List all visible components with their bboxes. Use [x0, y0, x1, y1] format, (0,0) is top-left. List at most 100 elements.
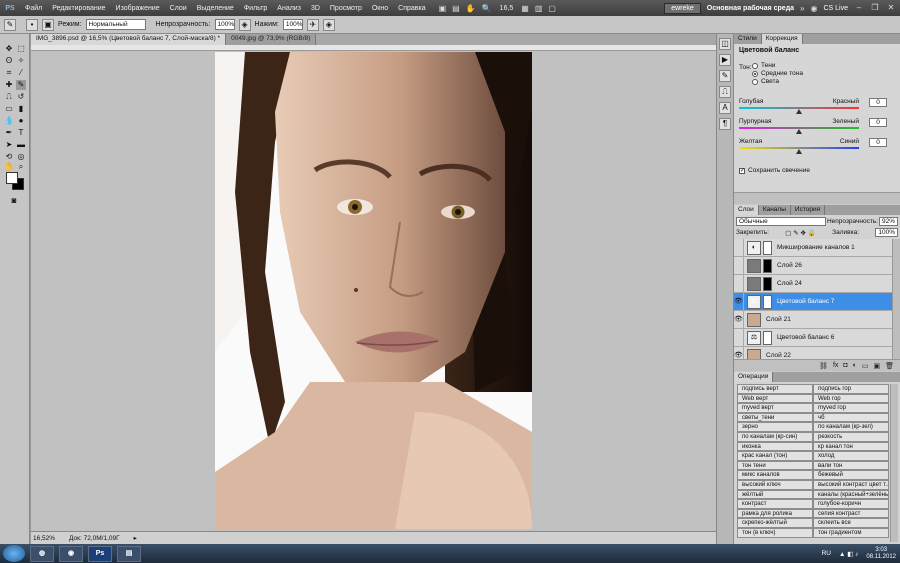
preserve-luminosity-checkbox[interactable]: ✓	[739, 167, 745, 174]
slider-thumb[interactable]	[796, 149, 802, 154]
tone-option[interactable]: Тени	[752, 62, 775, 69]
action-button[interactable]: сепия контраст	[813, 508, 889, 519]
action-button[interactable]: жёлтый	[737, 489, 813, 500]
layer-mask-thumbnail[interactable]	[763, 276, 772, 291]
crop-tool-icon[interactable]: ⌗	[4, 68, 14, 78]
fill-input[interactable]: 100%	[875, 228, 898, 237]
layer-style-icon[interactable]: fx	[833, 362, 838, 369]
action-button[interactable]: крас канал (тон)	[737, 451, 813, 461]
layer-row[interactable]: 👁 Слой 21	[734, 310, 892, 329]
marquee-tool-icon[interactable]: ⬚	[16, 44, 26, 54]
preserve-luminosity[interactable]: ✓ Сохранить свечение	[739, 167, 810, 174]
clock[interactable]: 3:03 08.11.2012	[866, 547, 896, 561]
tone-option[interactable]: Света	[752, 78, 779, 85]
action-button[interactable]: иконка	[737, 441, 813, 452]
layer-opacity-input[interactable]: 92%	[878, 217, 898, 226]
opacity-input[interactable]: 100%	[214, 19, 235, 30]
eraser-tool-icon[interactable]: ▭	[4, 104, 14, 114]
3d-orbit-tool-icon[interactable]: ◎	[16, 152, 26, 162]
tab-document-2[interactable]: 0049.jpg @ 73,9% (RGB/8)	[226, 34, 317, 45]
close-icon[interactable]: ✕	[886, 4, 896, 12]
action-button[interactable]: по каналам (кр-зел)	[813, 422, 889, 432]
action-button[interactable]: склеить все	[813, 518, 889, 528]
healing-tool-icon[interactable]: ✚	[4, 80, 14, 90]
tone-radio[interactable]	[752, 70, 758, 77]
workspace-selector[interactable]: Основная рабочая среда	[707, 5, 794, 12]
paragraph-panel-icon[interactable]: ¶	[719, 118, 731, 130]
arrange-documents-icon[interactable]: ▥	[535, 4, 543, 13]
link-layers-icon[interactable]: ⛓	[819, 362, 828, 370]
eye-icon[interactable]	[734, 328, 744, 347]
menu-item[interactable]: Редактирование	[47, 5, 110, 12]
action-button[interactable]: тон тени	[737, 460, 813, 471]
action-button[interactable]: подпись верт	[737, 384, 813, 394]
eye-icon[interactable]: 👁	[734, 310, 744, 329]
layer-name[interactable]: Слой 26	[777, 262, 802, 269]
action-button[interactable]: тон градиентом	[813, 527, 889, 538]
shape-tool-icon[interactable]: ▬	[16, 140, 26, 150]
menu-item[interactable]: Анализ	[272, 5, 306, 12]
eye-icon[interactable]	[734, 239, 744, 257]
tab-channels[interactable]: Каналы	[759, 205, 791, 215]
layer-name[interactable]: Слой 22	[766, 352, 791, 359]
menu-item[interactable]: Файл	[20, 5, 47, 12]
tab-document-1[interactable]: IMG_3896.psd @ 16,5% (Цветовой баланс 7,…	[31, 34, 227, 45]
action-button[interactable]: высокий контраст цвет т...	[813, 479, 889, 490]
layer-thumbnail[interactable]: ◐	[747, 240, 761, 255]
layer-thumbnail[interactable]: ⚖	[747, 294, 761, 309]
tab-styles[interactable]: Стили	[734, 34, 762, 44]
layer-row[interactable]: ⚖ Цветовой баланс 6	[734, 328, 892, 347]
brush-preset-icon[interactable]: ✎	[4, 18, 16, 31]
tab-history[interactable]: История	[791, 205, 826, 215]
airbrush-icon[interactable]: ✈	[306, 18, 319, 31]
action-button[interactable]: скрепко-жёлтый	[737, 518, 813, 528]
restore-icon[interactable]: ❐	[870, 4, 880, 12]
menu-item[interactable]: Изображение	[111, 5, 165, 12]
clone-stamp-tool-icon[interactable]: ⎍	[4, 92, 14, 102]
tab-layers[interactable]: Слои	[734, 205, 759, 215]
menu-item[interactable]: Окно	[367, 5, 393, 12]
zoom-level-menu[interactable]: 16,5	[500, 5, 514, 12]
character-panel-icon[interactable]: A	[719, 102, 731, 114]
action-button[interactable]: светы_тени	[737, 412, 813, 423]
zoom-icon[interactable]: 🔍	[482, 4, 492, 13]
layer-name[interactable]: Слой 21	[766, 316, 791, 323]
action-button[interactable]: myved верт	[737, 403, 813, 413]
action-button[interactable]: вали тон	[813, 460, 889, 471]
action-button[interactable]: высокий ключ	[737, 479, 813, 490]
taskbar-app-ps-icon[interactable]: Ps	[88, 545, 112, 562]
hand-icon[interactable]: ✋	[466, 4, 476, 13]
history-brush-tool-icon[interactable]: ↺	[16, 92, 26, 102]
quick-mask-icon[interactable]: ◙	[9, 196, 19, 206]
brush-panel-icon[interactable]: ✎	[719, 70, 731, 82]
menu-item[interactable]: Выделение	[192, 5, 239, 12]
action-button[interactable]: по каналам (кр-син)	[737, 431, 813, 442]
slider-value-input[interactable]: 0	[869, 98, 887, 107]
actions-scrollbar[interactable]	[890, 384, 898, 542]
tab-actions[interactable]: Операции	[734, 372, 774, 382]
action-button[interactable]: тон (в ключ)	[737, 527, 813, 538]
layer-mask-thumbnail[interactable]	[763, 330, 772, 345]
layer-row[interactable]: Слой 26	[734, 256, 892, 275]
action-button[interactable]: контраст	[737, 499, 813, 509]
action-button[interactable]: бежевый	[813, 470, 889, 480]
quick-select-tool-icon[interactable]: ✧	[16, 56, 26, 66]
eye-icon[interactable]	[734, 256, 744, 275]
layer-mask-thumbnail[interactable]	[763, 240, 772, 255]
screen-mode-icon[interactable]: ▢	[548, 4, 556, 13]
minimize-icon[interactable]: –	[854, 4, 864, 12]
layer-thumbnail[interactable]	[747, 312, 761, 327]
eyedropper-tool-icon[interactable]: ⁄	[16, 68, 26, 78]
workspace-menu-icon[interactable]: »	[800, 4, 804, 13]
action-button[interactable]: myved гор	[813, 403, 889, 413]
slider-thumb[interactable]	[796, 109, 802, 114]
tablet-size-icon[interactable]: ◈	[322, 18, 335, 31]
pen-tool-icon[interactable]: ✒	[4, 128, 14, 138]
history-panel-icon[interactable]: ◫	[719, 38, 731, 50]
eye-icon[interactable]: 👁	[734, 346, 744, 359]
layer-thumbnail[interactable]	[747, 276, 761, 291]
status-zoom[interactable]: 16,52%	[33, 535, 55, 542]
action-button[interactable]: кр канал тон	[813, 441, 889, 452]
hand-tool-icon[interactable]: ✋	[4, 162, 14, 172]
foreground-color-swatch[interactable]	[6, 172, 18, 184]
